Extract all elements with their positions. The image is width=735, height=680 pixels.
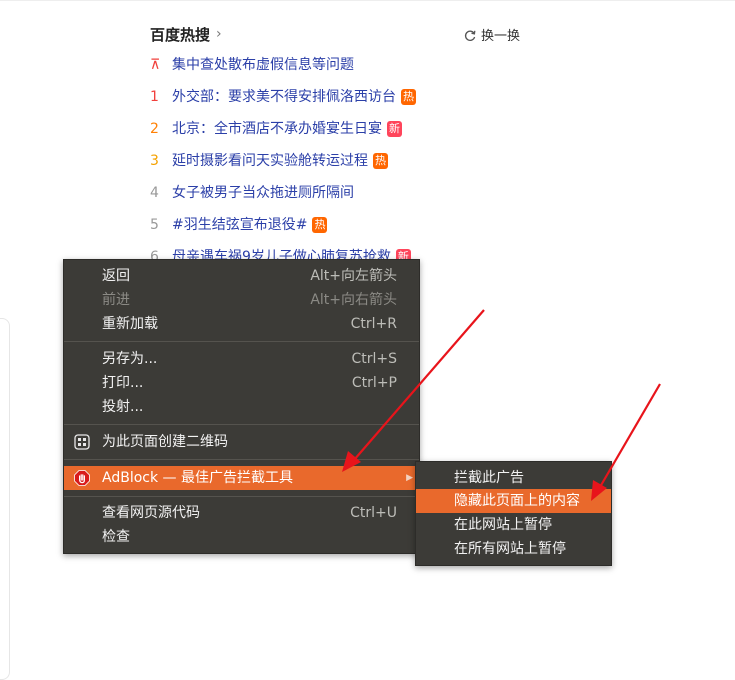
submenu-arrow-icon: ▶: [406, 473, 413, 483]
menu-item-label: 投射...: [102, 399, 144, 415]
menu-item-label: AdBlock — 最佳广告拦截工具: [102, 470, 293, 486]
refresh-button[interactable]: 换一换: [464, 25, 520, 44]
hot-badge: 热: [401, 89, 416, 105]
menu-separator: [64, 424, 419, 425]
hot-item-title[interactable]: 延时摄影看问天实验舱转运过程: [172, 153, 368, 169]
menu-item-shortcut: Ctrl+S: [351, 351, 397, 367]
left-side-panel: [0, 318, 10, 680]
menu-item-print[interactable]: 打印... Ctrl+P: [64, 371, 419, 395]
menu-item-shortcut: Alt+向左箭头: [310, 268, 397, 284]
rank-number: 1: [150, 89, 159, 105]
hot-item-text[interactable]: 女子被男子当众拖进厕所隔间: [172, 182, 354, 204]
menu-item-reload[interactable]: 重新加载 Ctrl+R: [64, 312, 419, 336]
submenu-item-pause-site[interactable]: 在此网站上暂停: [416, 513, 611, 537]
hot-search-list: ⊼ 集中查处散布虚假信息等问题 1 外交部：要求美不得安排佩洛西访台热 2 北京…: [150, 54, 530, 278]
hot-item-text[interactable]: 外交部：要求美不得安排佩洛西访台热: [172, 86, 416, 108]
refresh-icon: [464, 30, 476, 41]
hot-badge: 热: [373, 153, 388, 169]
menu-item-inspect[interactable]: 检查: [64, 525, 419, 549]
rank-number: 5: [150, 217, 159, 233]
submenu-item-label: 在所有网站上暂停: [454, 541, 566, 557]
menu-item-label: 查看网页源代码: [102, 505, 200, 521]
list-item[interactable]: ⊼ 集中查处散布虚假信息等问题: [150, 54, 530, 86]
menu-item-label: 另存为...: [102, 351, 158, 367]
menu-item-forward[interactable]: 前进 Alt+向右箭头: [64, 288, 419, 312]
submenu-item-label: 隐藏此页面上的内容: [454, 493, 580, 509]
rank-number: 4: [150, 185, 159, 201]
refresh-label: 换一换: [480, 29, 520, 44]
menu-item-shortcut: Alt+向右箭头: [310, 292, 397, 308]
menu-item-create-qr[interactable]: 为此页面创建二维码: [64, 430, 419, 454]
adblock-submenu: 拦截此广告 隐藏此页面上的内容 在此网站上暂停 在所有网站上暂停: [415, 461, 612, 566]
menu-item-label: 前进: [102, 292, 130, 308]
menu-item-label: 为此页面创建二维码: [102, 434, 228, 450]
hot-search-header: 百度热搜 › 换一换: [150, 22, 520, 46]
rank-number: 2: [150, 121, 159, 137]
submenu-item-block-ad[interactable]: 拦截此广告: [416, 466, 611, 490]
hot-badge: 热: [312, 217, 328, 233]
pinned-top-icon: ⊼: [150, 57, 161, 73]
menu-item-label: 重新加载: [102, 316, 158, 332]
menu-item-label: 打印...: [102, 375, 144, 391]
top-divider: [0, 0, 735, 1]
hot-item-title[interactable]: #羽生结弦宣布退役#: [172, 217, 307, 233]
context-menu: 返回 Alt+向左箭头 前进 Alt+向右箭头 重新加载 Ctrl+R 另存为.…: [63, 259, 420, 554]
list-item[interactable]: 1 外交部：要求美不得安排佩洛西访台热: [150, 86, 530, 118]
hot-item-text[interactable]: 延时摄影看问天实验舱转运过程热: [172, 150, 388, 172]
menu-item-label: 返回: [102, 268, 130, 284]
list-item[interactable]: 2 北京：全市酒店不承办婚宴生日宴新: [150, 118, 530, 150]
list-item[interactable]: 5 #羽生结弦宣布退役# 热: [150, 214, 530, 246]
adblock-stop-hand-icon: [74, 470, 90, 486]
menu-separator: [64, 341, 419, 342]
menu-item-cast[interactable]: 投射...: [64, 395, 419, 419]
hot-search-title[interactable]: 百度热搜: [150, 24, 210, 45]
menu-item-save-as[interactable]: 另存为... Ctrl+S: [64, 347, 419, 371]
submenu-item-label: 在此网站上暂停: [454, 517, 552, 533]
menu-separator: [64, 496, 419, 497]
hot-item-text[interactable]: 集中查处散布虚假信息等问题: [172, 54, 354, 76]
menu-item-shortcut: Ctrl+U: [350, 505, 397, 521]
submenu-item-hide-content[interactable]: 隐藏此页面上的内容: [416, 489, 611, 513]
menu-item-shortcut: Ctrl+R: [350, 316, 397, 332]
list-item[interactable]: 3 延时摄影看问天实验舱转运过程热: [150, 150, 530, 182]
chevron-right-icon[interactable]: ›: [216, 26, 222, 42]
menu-item-label: 检查: [102, 529, 130, 545]
hot-item-title[interactable]: 外交部：要求美不得安排佩洛西访台: [172, 89, 396, 105]
new-badge: 新: [387, 121, 402, 137]
qr-code-icon: [74, 434, 90, 450]
menu-separator: [64, 459, 419, 460]
hot-item-text[interactable]: 北京：全市酒店不承办婚宴生日宴新: [172, 118, 402, 140]
rank-number: 3: [150, 153, 159, 169]
menu-item-shortcut: Ctrl+P: [351, 375, 397, 391]
list-item[interactable]: 4 女子被男子当众拖进厕所隔间: [150, 182, 530, 214]
menu-item-adblock[interactable]: AdBlock — 最佳广告拦截工具 ▶: [64, 466, 419, 490]
submenu-item-label: 拦截此广告: [454, 470, 524, 486]
menu-item-back[interactable]: 返回 Alt+向左箭头: [64, 264, 419, 288]
menu-item-view-source[interactable]: 查看网页源代码 Ctrl+U: [64, 501, 419, 525]
hot-item-text[interactable]: #羽生结弦宣布退役# 热: [172, 214, 328, 236]
submenu-item-pause-all[interactable]: 在所有网站上暂停: [416, 537, 611, 561]
hot-item-title[interactable]: 北京：全市酒店不承办婚宴生日宴: [172, 121, 382, 137]
